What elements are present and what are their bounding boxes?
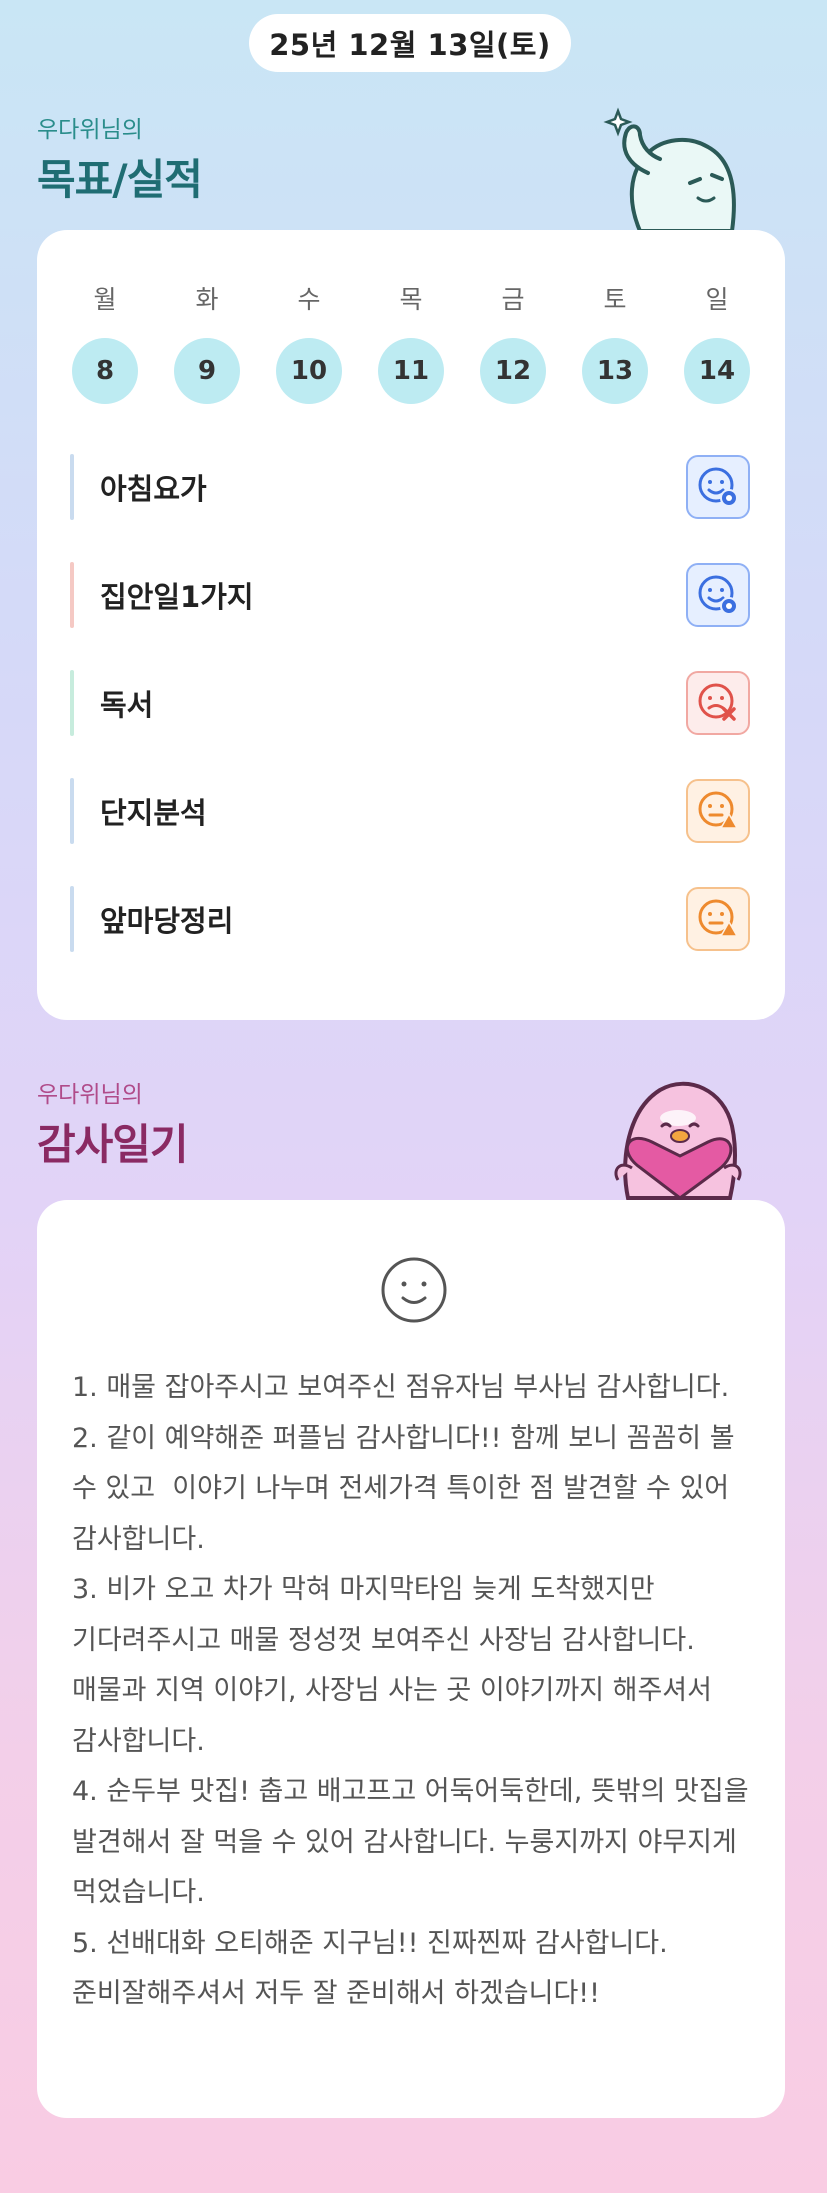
goal-label: 독서 (100, 688, 154, 722)
diary-subtitle: 우다위님의 (37, 1082, 143, 1108)
day-column[interactable]: 일 14 (683, 280, 751, 404)
diary-card: 1. 매물 잡아주시고 보여주신 점유자님 부사님 감사합니다. 2. 같이 예… (37, 1200, 785, 2118)
day-of-week: 일 (705, 285, 729, 314)
day-column[interactable]: 금 12 (479, 280, 547, 404)
day-column[interactable]: 토 13 (581, 280, 649, 404)
day-column[interactable]: 화9 (173, 280, 241, 404)
day-of-week: 목 (399, 285, 423, 314)
goal-row[interactable]: 독서 (70, 668, 750, 738)
day-column[interactable]: 월8 (71, 280, 139, 404)
diary-text: 1. 매물 잡아주시고 보여주신 점유자님 부사님 감사합니다. 2. 같이 예… (72, 1372, 749, 2009)
date-pill[interactable]: 25년 12월 13일(토) (249, 14, 571, 72)
goal-color-bar (70, 778, 74, 844)
week-calendar: 월8 화9 수 10 목 11 금 12 토 13 일 14 (71, 280, 751, 404)
day-number[interactable]: 9 (174, 338, 240, 404)
day-number[interactable]: 13 (582, 338, 648, 404)
goal-row[interactable]: 앞마당정리 (70, 884, 750, 954)
pink-mascot-heart-icon (614, 1081, 742, 1200)
goal-color-bar (70, 454, 74, 520)
goal-color-bar (70, 562, 74, 628)
goal-row[interactable]: 단지분석 (70, 776, 750, 846)
day-column[interactable]: 목 11 (377, 280, 445, 404)
status-button[interactable] (686, 779, 750, 843)
day-number[interactable]: 14 (684, 338, 750, 404)
day-number[interactable]: 11 (378, 338, 444, 404)
smile-check-icon (698, 575, 738, 615)
day-of-week: 금 (501, 285, 525, 314)
status-button[interactable] (686, 455, 750, 519)
goals-subtitle: 우다위님의 (37, 117, 143, 143)
goal-row[interactable]: 아침요가 (70, 452, 750, 522)
goals-section-header: 우다위님의 목표/실적 (37, 110, 203, 207)
ghost-mascot-icon (603, 107, 736, 233)
day-of-week: 화 (195, 285, 219, 314)
day-column[interactable]: 수 10 (275, 280, 343, 404)
goal-label: 앞마당정리 (100, 904, 234, 938)
diary-title: 감사일기 (37, 1120, 189, 1169)
day-number[interactable]: 8 (72, 338, 138, 404)
status-button[interactable] (686, 563, 750, 627)
day-of-week: 월 (93, 285, 117, 314)
day-number[interactable]: 12 (480, 338, 546, 404)
goal-label: 집안일1가지 (100, 580, 254, 614)
status-button[interactable] (686, 887, 750, 951)
neutral-warning-icon (698, 791, 739, 829)
goals-card: 월8 화9 수 10 목 11 금 12 토 13 일 14 아침요가 집안일1가지 (37, 230, 785, 1020)
goal-row[interactable]: 집안일1가지 (70, 560, 750, 630)
smile-check-icon (698, 467, 738, 507)
day-number[interactable]: 10 (276, 338, 342, 404)
smiley-face-icon[interactable] (379, 1255, 449, 1325)
goal-label: 단지분석 (100, 796, 207, 830)
goals-title: 목표/실적 (37, 155, 203, 204)
goal-color-bar (70, 886, 74, 952)
neutral-warning-icon (698, 899, 739, 937)
goal-label: 아침요가 (100, 472, 207, 506)
frown-x-icon (698, 683, 736, 721)
day-of-week: 수 (297, 285, 321, 314)
goal-color-bar (70, 670, 74, 736)
status-button[interactable] (686, 671, 750, 735)
day-of-week: 토 (603, 285, 627, 314)
diary-section-header: 우다위님의 감사일기 (37, 1075, 189, 1172)
